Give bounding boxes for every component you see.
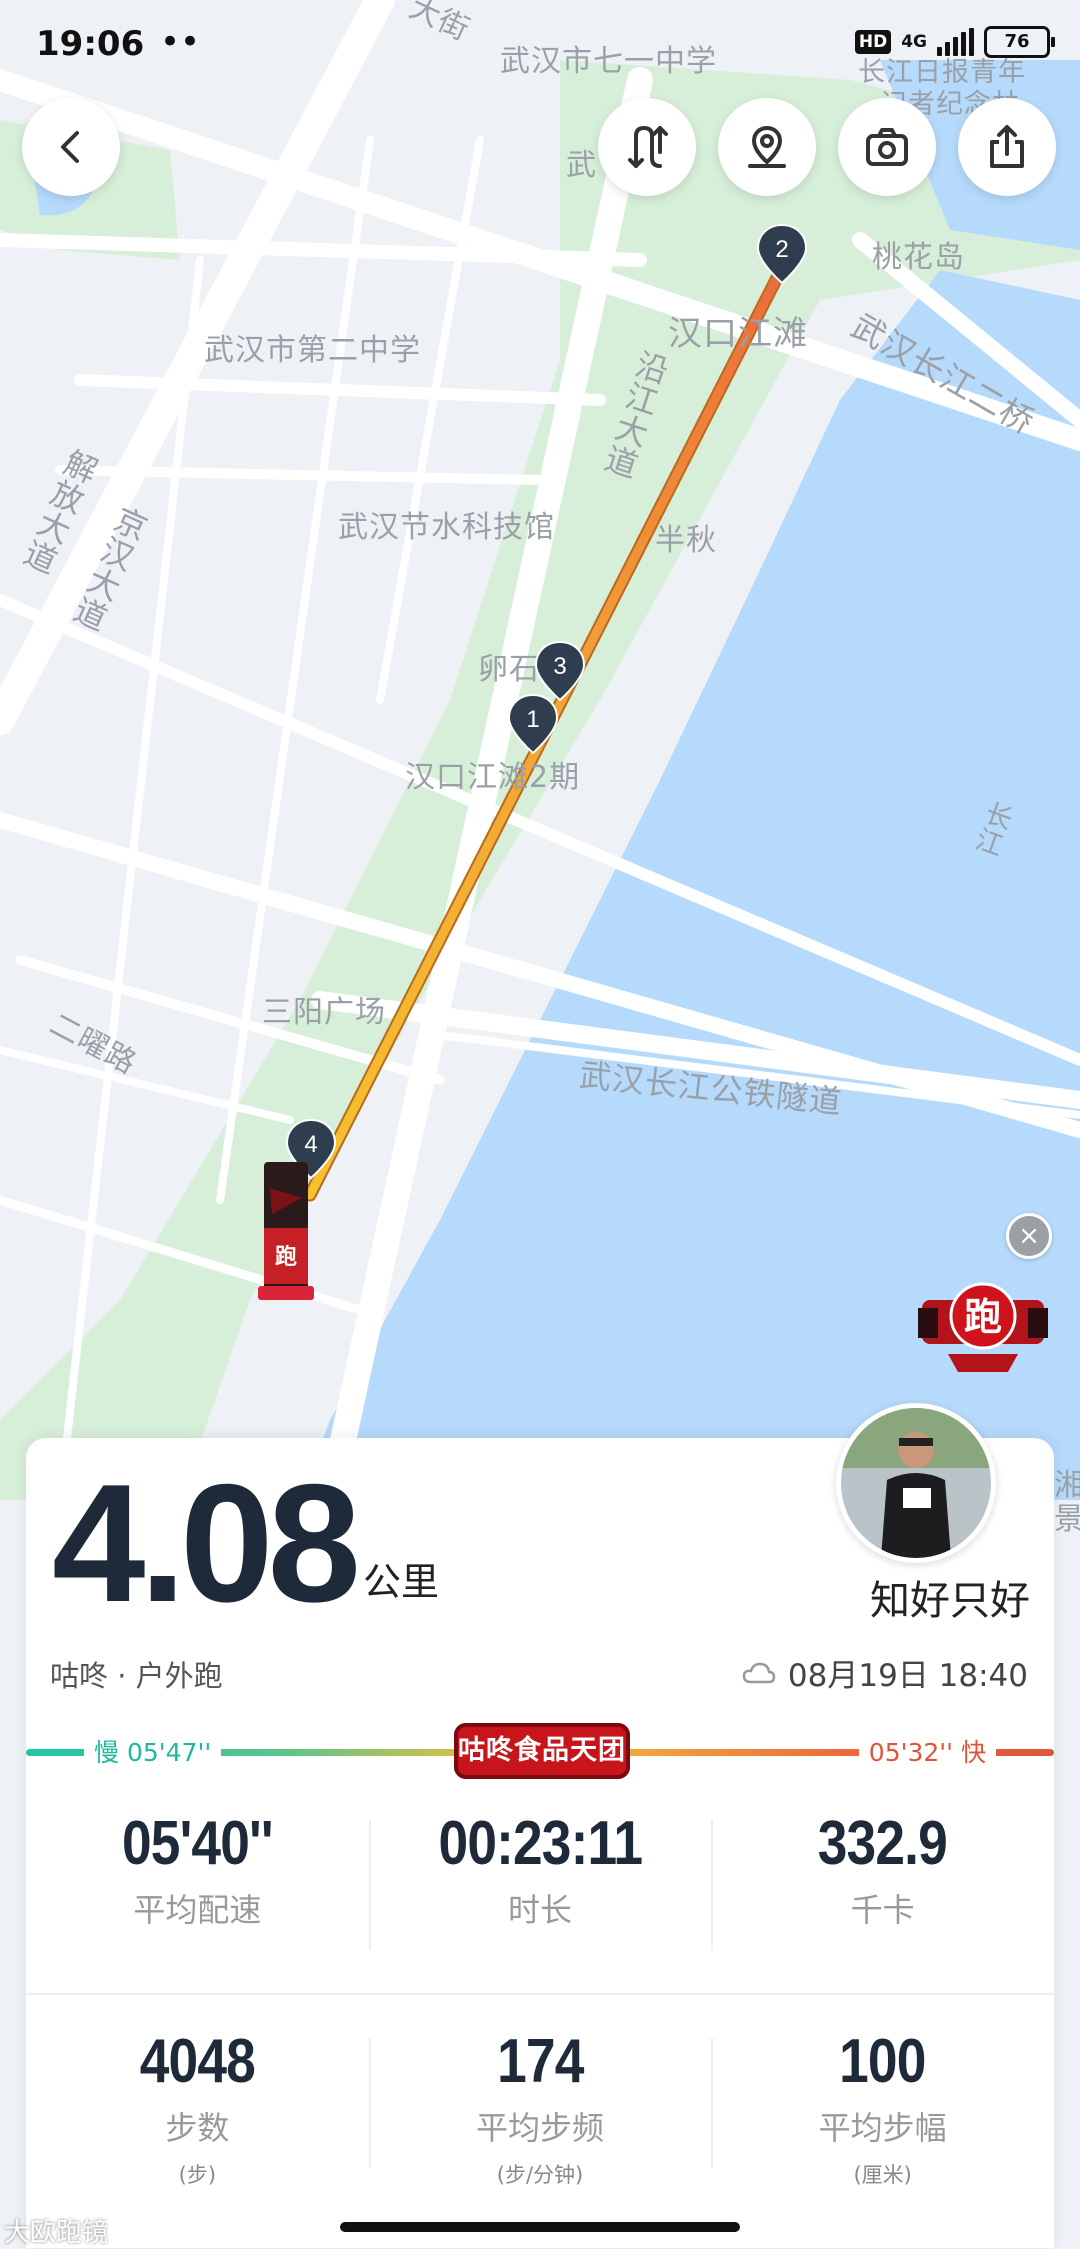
status-indicators: HD 4G 76 xyxy=(854,26,1055,58)
share-button[interactable] xyxy=(958,98,1056,196)
camera-button[interactable] xyxy=(838,98,936,196)
battery-level: 76 xyxy=(1004,31,1030,52)
route-marker-2[interactable]: 2 xyxy=(756,223,808,285)
map-label-water-museum: 武汉节水科技馆 xyxy=(338,510,555,545)
status-bar: 19:06 •• HD 4G 76 xyxy=(0,0,1080,95)
stat-steps: 4048 步数 (步) xyxy=(26,2026,369,2189)
distance-display: 4.08 公里 xyxy=(52,1449,439,1637)
map-label-jiangtan: 汉口江滩 xyxy=(668,314,808,354)
run-promo-badge[interactable]: 跑 xyxy=(918,1278,1048,1378)
route-marker-2-number: 2 xyxy=(775,236,788,263)
stat-value: 174 xyxy=(496,2027,584,2096)
map-label-school-2: 武汉市第二中学 xyxy=(204,333,421,368)
back-button[interactable] xyxy=(22,98,120,196)
username: 知好只好 xyxy=(870,1578,1030,1624)
route-map[interactable]: 武汉市七一中学 长江日报青年 记者纪念林 大街 武 桃花岛 武汉市第二中学 汉口… xyxy=(0,0,1080,1537)
stat-value: 00:23:11 xyxy=(438,1809,642,1878)
distance-value: 4.08 xyxy=(52,1449,361,1637)
stat-value: 332.9 xyxy=(818,1809,948,1878)
stat-unit: (步) xyxy=(178,2163,217,2187)
activity-datetime: 08月19日 18:40 xyxy=(742,1650,1028,1695)
stat-unit: (步/分钟) xyxy=(496,2163,584,2187)
stat-calories: 332.9 千卡 xyxy=(711,1808,1054,1950)
map-label-luanshi: 卵石 xyxy=(478,652,540,687)
route-marker-1[interactable]: 1 xyxy=(507,693,559,755)
cloud-icon xyxy=(742,1662,776,1683)
pace-fast-label: 05'32'' 快 xyxy=(858,1733,996,1769)
location-pin-icon xyxy=(748,125,786,168)
close-icon: × xyxy=(1018,1221,1040,1251)
stat-label: 平均步幅 xyxy=(818,2109,947,2147)
stat-value: 05'40'' xyxy=(122,1809,273,1878)
activity-type: 咕咚 · 户外跑 xyxy=(50,1659,223,1693)
stat-label: 千卡 xyxy=(850,1891,915,1929)
share-icon xyxy=(990,125,1024,168)
stats-row-primary: 05'40'' 平均配速 00:23:11 时长 332.9 千卡 xyxy=(26,1808,1054,1950)
stat-avg-pace: 05'40'' 平均配速 xyxy=(26,1808,369,1931)
snack-bar-run-text: 跑 xyxy=(275,1245,297,1270)
user-avatar[interactable] xyxy=(836,1403,996,1563)
network-type: 4G xyxy=(901,32,927,52)
route-marker-4-number: 4 xyxy=(304,1131,317,1158)
run-promo-text: 跑 xyxy=(964,1295,1002,1339)
pace-slow-label: 慢 05'47'' xyxy=(84,1733,222,1769)
status-notification-dots: •• xyxy=(160,22,201,62)
route-marker-1-number: 1 xyxy=(526,706,539,733)
stat-cadence: 174 平均步频 (步/分钟) xyxy=(368,2026,712,2189)
stat-duration: 00:23:11 时长 xyxy=(368,1808,712,1950)
route-icon xyxy=(628,125,668,168)
stat-value: 100 xyxy=(839,2027,926,2096)
stat-label: 时长 xyxy=(508,1891,573,1929)
map-label-sanyang: 三阳广场 xyxy=(262,995,386,1030)
distance-unit: 公里 xyxy=(362,1560,439,1604)
stat-label: 平均配速 xyxy=(133,1891,262,1929)
hd-icon: HD xyxy=(854,30,892,54)
promo-close-button[interactable]: × xyxy=(1006,1213,1052,1259)
pace-range-bar: 慢 05'47'' 05'32'' 快 咕咚食品天团 xyxy=(26,1723,1054,1783)
activity-datetime-text: 08月19日 18:40 xyxy=(787,1658,1028,1694)
map-label-wu-top: 武 xyxy=(566,148,597,183)
map-label-jiangtan-2: 汉口江滩2期 xyxy=(405,760,581,795)
stat-unit: (厘米) xyxy=(853,2163,912,2187)
route-toggle-button[interactable] xyxy=(598,98,696,196)
stat-label: 平均步频 xyxy=(476,2109,605,2147)
back-icon xyxy=(61,131,79,163)
activity-stats-card: 4.08 公里 知好只好 咕咚 · 户外跑 08月19日 18:40 慢 05'… xyxy=(26,1403,1054,2248)
stats-divider xyxy=(26,1993,1054,1995)
map-label-taohua: 桃花岛 xyxy=(872,240,965,275)
stat-stride: 100 平均步幅 (厘米) xyxy=(711,2026,1054,2189)
stat-value: 4048 xyxy=(139,2027,256,2096)
stat-label: 步数 xyxy=(165,2109,230,2147)
status-time: 19:06 xyxy=(36,24,145,64)
stats-row-secondary: 4048 步数 (步) 174 平均步频 (步/分钟) 100 平均步幅 (厘米… xyxy=(26,2026,1054,2189)
avatar-image xyxy=(841,1408,991,1558)
watermark: 大欧跑镜 xyxy=(4,2218,109,2248)
camera-icon xyxy=(866,128,908,166)
battery-icon: 76 xyxy=(984,26,1055,58)
snack-bar-endpoint-icon: 跑 xyxy=(258,1162,314,1300)
map-label-banqiu: 半秋 xyxy=(655,523,717,558)
route-marker-3-number: 3 xyxy=(553,653,566,680)
location-button[interactable] xyxy=(718,98,816,196)
brand-badge[interactable]: 咕咚食品天团 xyxy=(454,1723,630,1779)
signal-strength-icon xyxy=(937,28,974,56)
map-label-jing-right: 景 xyxy=(1054,1502,1080,1537)
home-indicator[interactable] xyxy=(340,2222,740,2232)
